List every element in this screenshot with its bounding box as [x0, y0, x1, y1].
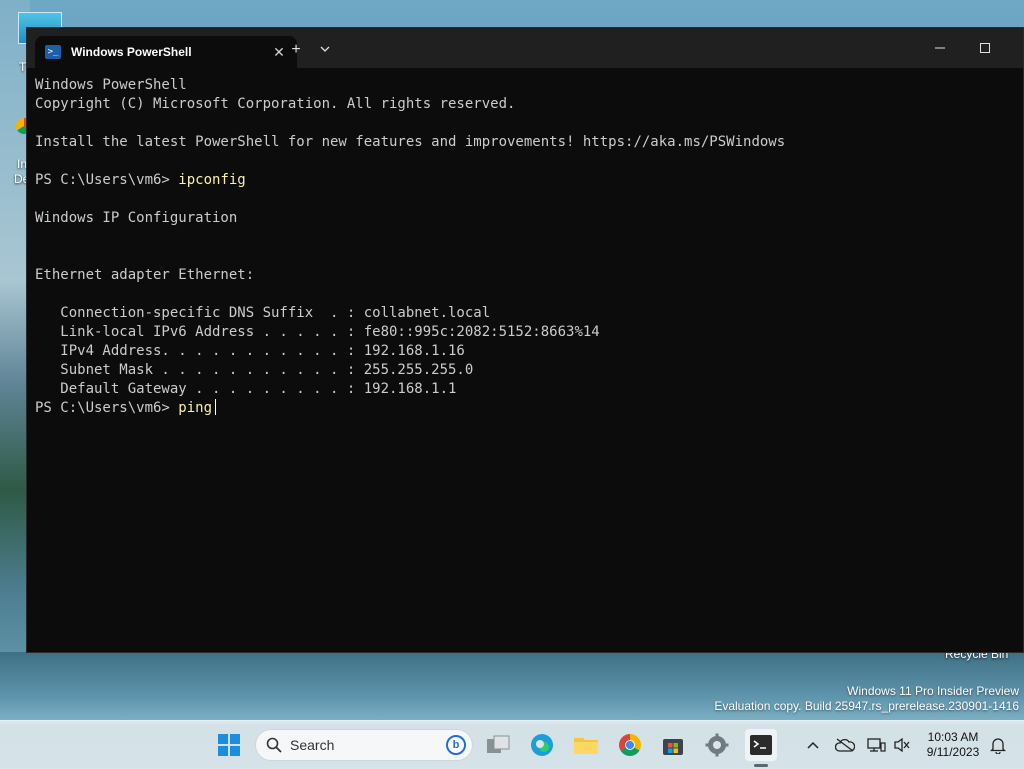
windows-watermark: Windows 11 Pro Insider Preview Evaluatio…	[714, 684, 1019, 714]
tab-title: Windows PowerShell	[71, 45, 192, 59]
terminal-line: IPv4 Address. . . . . . . . . . . : 192.…	[35, 343, 465, 359]
terminal-line: Default Gateway . . . . . . . . . : 192.…	[35, 381, 457, 397]
chrome-icon[interactable]	[614, 729, 646, 761]
onedrive-icon[interactable]	[829, 729, 861, 761]
terminal-line: PS C:\Users\vm6> ipconfig	[35, 171, 1015, 190]
clock-date: 9/11/2023	[926, 745, 980, 759]
chevron-up-icon[interactable]	[797, 729, 829, 761]
terminal-command: ipconfig	[178, 172, 246, 188]
search-icon	[266, 737, 282, 753]
watermark-line: Evaluation copy. Build 25947.rs_prerelea…	[714, 699, 1019, 713]
bing-icon[interactable]: b	[446, 735, 466, 755]
new-tab-button[interactable]: +	[284, 40, 308, 60]
volume-muted-icon[interactable]	[886, 729, 918, 761]
title-bar[interactable]: >_ Windows PowerShell ✕ +	[27, 28, 1023, 68]
terminal-icon[interactable]	[745, 729, 777, 761]
terminal-line: PS C:\Users\vm6> ping	[35, 399, 1015, 418]
system-clock[interactable]: 10:03 AM 9/11/2023	[920, 730, 986, 760]
powershell-icon: >_	[45, 45, 61, 59]
terminal-line: Windows IP Configuration	[35, 210, 238, 226]
terminal-line: Connection-specific DNS Suffix . : colla…	[35, 305, 491, 321]
notification-bell-icon[interactable]	[982, 729, 1014, 761]
terminal-line: Windows PowerShell	[35, 77, 187, 93]
task-view-icon[interactable]	[482, 729, 514, 761]
terminal-prompt: PS C:\Users\vm6>	[35, 400, 179, 416]
text-cursor	[215, 399, 217, 415]
terminal-line: Subnet Mask . . . . . . . . . . . : 255.…	[35, 362, 474, 378]
search-label: Search	[290, 737, 335, 753]
start-icon[interactable]	[213, 729, 245, 761]
terminal-command: ping	[178, 400, 213, 416]
terminal-output[interactable]: Windows PowerShell Copyright (C) Microsof…	[35, 76, 1015, 644]
tab-windows-powershell[interactable]: >_ Windows PowerShell ✕	[35, 36, 297, 68]
active-app-indicator	[754, 764, 768, 767]
terminal-line: Copyright (C) Microsoft Corporation. All…	[35, 96, 516, 112]
tab-dropdown-icon[interactable]	[313, 40, 337, 60]
terminal-line: Ethernet adapter Ethernet:	[35, 267, 255, 283]
terminal-prompt: PS C:\Users\vm6>	[35, 172, 179, 188]
terminal-window: >_ Windows PowerShell ✕ + Windows PowerS…	[26, 27, 1024, 653]
taskbar-search-box[interactable]: Search b	[255, 729, 473, 761]
maximize-button[interactable]	[962, 36, 1008, 60]
terminal-line: Link-local IPv6 Address . . . . . : fe80…	[35, 324, 600, 340]
file-explorer-icon[interactable]	[570, 729, 602, 761]
watermark-line: Windows 11 Pro Insider Preview	[847, 684, 1019, 698]
terminal-line: Install the latest PowerShell for new fe…	[35, 134, 786, 150]
settings-icon[interactable]	[701, 729, 733, 761]
taskbar: Search b 10:03 AM 9/11/2023	[0, 720, 1024, 769]
edge-icon[interactable]	[526, 729, 558, 761]
minimize-button[interactable]	[917, 36, 963, 60]
clock-time: 10:03 AM	[927, 730, 979, 744]
store-icon[interactable]	[657, 729, 689, 761]
